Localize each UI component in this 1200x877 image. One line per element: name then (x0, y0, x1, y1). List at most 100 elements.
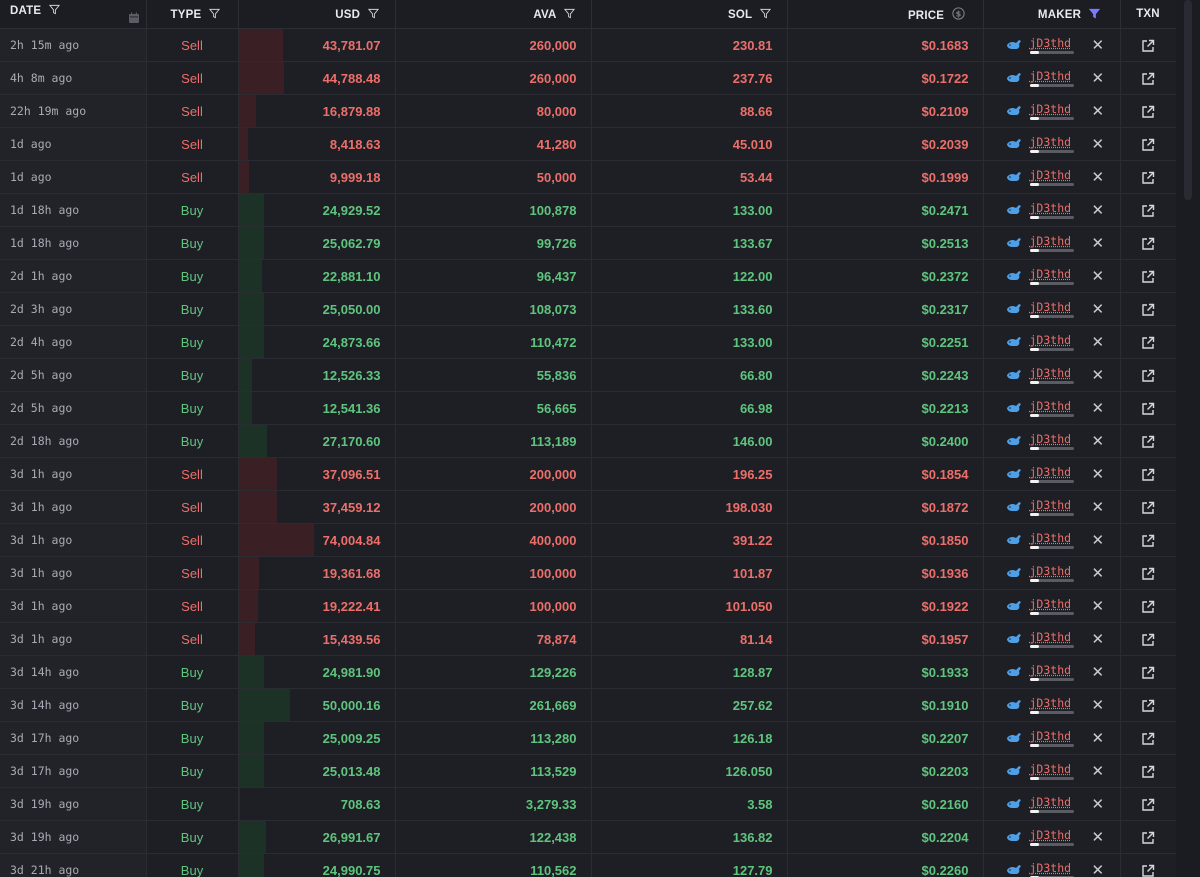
remove-maker-filter-icon[interactable]: ✕ (1092, 698, 1105, 713)
remove-maker-filter-icon[interactable]: ✕ (1092, 137, 1105, 152)
table-row[interactable]: 2d 5h ago Buy 12,526.33 55,836 66.80 $0.… (0, 358, 1177, 392)
maker-filter-icon[interactable] (1088, 8, 1100, 19)
external-link-icon[interactable] (1141, 633, 1155, 647)
maker-address[interactable]: jD3thd (1030, 565, 1074, 577)
maker-address[interactable]: jD3thd (1030, 367, 1074, 379)
maker-address[interactable]: jD3thd (1030, 268, 1074, 280)
remove-maker-filter-icon[interactable]: ✕ (1092, 104, 1105, 119)
external-link-icon[interactable] (1141, 336, 1155, 350)
remove-maker-filter-icon[interactable]: ✕ (1092, 566, 1105, 581)
date-filter-icon[interactable] (48, 4, 60, 15)
remove-maker-filter-icon[interactable]: ✕ (1092, 533, 1105, 548)
table-row[interactable]: 3d 17h ago Buy 25,009.25 113,280 126.18 … (0, 721, 1177, 755)
external-link-icon[interactable] (1141, 270, 1155, 284)
maker-address[interactable]: jD3thd (1030, 400, 1074, 412)
external-link-icon[interactable] (1141, 864, 1155, 877)
external-link-icon[interactable] (1141, 567, 1155, 581)
remove-maker-filter-icon[interactable]: ✕ (1092, 434, 1105, 449)
maker-address-link[interactable]: jD3thd (1029, 829, 1074, 846)
external-link-icon[interactable] (1141, 105, 1155, 119)
remove-maker-filter-icon[interactable]: ✕ (1092, 863, 1105, 877)
maker-address[interactable]: jD3thd (1030, 70, 1074, 82)
maker-address[interactable]: jD3thd (1030, 202, 1074, 214)
remove-maker-filter-icon[interactable]: ✕ (1092, 467, 1105, 482)
maker-address[interactable]: jD3thd (1030, 466, 1074, 478)
external-link-icon[interactable] (1141, 699, 1155, 713)
external-link-icon[interactable] (1141, 501, 1155, 515)
external-link-icon[interactable] (1141, 435, 1155, 449)
maker-address-link[interactable]: jD3thd (1029, 37, 1074, 54)
remove-maker-filter-icon[interactable]: ✕ (1092, 830, 1105, 845)
maker-address[interactable]: jD3thd (1030, 631, 1074, 643)
external-link-icon[interactable] (1141, 402, 1155, 416)
table-row[interactable]: 1d 18h ago Buy 25,062.79 99,726 133.67 $… (0, 226, 1177, 260)
table-row[interactable]: 4h 8m ago Sell 44,788.48 260,000 237.76 … (0, 61, 1177, 95)
remove-maker-filter-icon[interactable]: ✕ (1092, 170, 1105, 185)
remove-maker-filter-icon[interactable]: ✕ (1092, 368, 1105, 383)
table-row[interactable]: 1d ago Sell 9,999.18 50,000 53.44 $0.199… (0, 160, 1177, 194)
table-row[interactable]: 3d 14h ago Buy 50,000.16 261,669 257.62 … (0, 688, 1177, 722)
maker-address-link[interactable]: jD3thd (1029, 862, 1074, 877)
remove-maker-filter-icon[interactable]: ✕ (1092, 335, 1105, 350)
maker-address[interactable]: jD3thd (1030, 664, 1074, 676)
maker-address[interactable]: jD3thd (1030, 37, 1074, 49)
maker-address[interactable]: jD3thd (1030, 499, 1074, 511)
maker-address-link[interactable]: jD3thd (1029, 202, 1074, 219)
type-filter-icon[interactable] (208, 8, 220, 19)
maker-address[interactable]: jD3thd (1030, 334, 1074, 346)
remove-maker-filter-icon[interactable]: ✕ (1092, 71, 1105, 86)
remove-maker-filter-icon[interactable]: ✕ (1092, 269, 1105, 284)
external-link-icon[interactable] (1141, 534, 1155, 548)
remove-maker-filter-icon[interactable]: ✕ (1092, 203, 1105, 218)
external-link-icon[interactable] (1141, 72, 1155, 86)
scrollbar-thumb[interactable] (1184, 0, 1192, 200)
table-row[interactable]: 3d 14h ago Buy 24,981.90 129,226 128.87 … (0, 655, 1177, 689)
scrollbar[interactable] (1176, 0, 1200, 877)
remove-maker-filter-icon[interactable]: ✕ (1092, 797, 1105, 812)
maker-address[interactable]: jD3thd (1030, 598, 1074, 610)
remove-maker-filter-icon[interactable]: ✕ (1092, 401, 1105, 416)
external-link-icon[interactable] (1141, 765, 1155, 779)
maker-address-link[interactable]: jD3thd (1029, 697, 1074, 714)
maker-address-link[interactable]: jD3thd (1029, 367, 1074, 384)
maker-address-link[interactable]: jD3thd (1029, 301, 1074, 318)
external-link-icon[interactable] (1141, 666, 1155, 680)
table-row[interactable]: 22h 19m ago Sell 16,879.88 80,000 88.66 … (0, 94, 1177, 128)
maker-address-link[interactable]: jD3thd (1029, 136, 1074, 153)
remove-maker-filter-icon[interactable]: ✕ (1092, 302, 1105, 317)
external-link-icon[interactable] (1141, 303, 1155, 317)
external-link-icon[interactable] (1141, 138, 1155, 152)
table-row[interactable]: 3d 19h ago Buy 26,991.67 122,438 136.82 … (0, 820, 1177, 854)
maker-address[interactable]: jD3thd (1030, 103, 1074, 115)
maker-address-link[interactable]: jD3thd (1029, 763, 1074, 780)
external-link-icon[interactable] (1141, 237, 1155, 251)
maker-address[interactable]: jD3thd (1030, 433, 1074, 445)
calendar-icon[interactable] (128, 12, 140, 24)
maker-address[interactable]: jD3thd (1030, 862, 1074, 874)
external-link-icon[interactable] (1141, 39, 1155, 53)
table-row[interactable]: 2d 5h ago Buy 12,541.36 56,665 66.98 $0.… (0, 391, 1177, 425)
maker-address[interactable]: jD3thd (1030, 697, 1074, 709)
remove-maker-filter-icon[interactable]: ✕ (1092, 236, 1105, 251)
table-row[interactable]: 2h 15m ago Sell 43,781.07 260,000 230.81… (0, 28, 1177, 62)
token-filter-icon[interactable] (563, 8, 575, 19)
remove-maker-filter-icon[interactable]: ✕ (1092, 632, 1105, 647)
external-link-icon[interactable] (1141, 798, 1155, 812)
table-row[interactable]: 3d 1h ago Sell 37,096.51 200,000 196.25 … (0, 457, 1177, 491)
external-link-icon[interactable] (1141, 171, 1155, 185)
table-row[interactable]: 3d 21h ago Buy 24,990.75 110,562 127.79 … (0, 853, 1177, 877)
table-row[interactable]: 1d 18h ago Buy 24,929.52 100,878 133.00 … (0, 193, 1177, 227)
maker-address-link[interactable]: jD3thd (1029, 466, 1074, 483)
table-row[interactable]: 2d 4h ago Buy 24,873.66 110,472 133.00 $… (0, 325, 1177, 359)
maker-address-link[interactable]: jD3thd (1029, 70, 1074, 87)
maker-address[interactable]: jD3thd (1030, 301, 1074, 313)
external-link-icon[interactable] (1141, 732, 1155, 746)
maker-address[interactable]: jD3thd (1030, 169, 1074, 181)
remove-maker-filter-icon[interactable]: ✕ (1092, 38, 1105, 53)
dollar-toggle-icon[interactable]: $ (951, 6, 965, 20)
remove-maker-filter-icon[interactable]: ✕ (1092, 599, 1105, 614)
table-row[interactable]: 3d 1h ago Sell 37,459.12 200,000 198.030… (0, 490, 1177, 524)
maker-address-link[interactable]: jD3thd (1029, 169, 1074, 186)
maker-address-link[interactable]: jD3thd (1029, 532, 1074, 549)
external-link-icon[interactable] (1141, 369, 1155, 383)
